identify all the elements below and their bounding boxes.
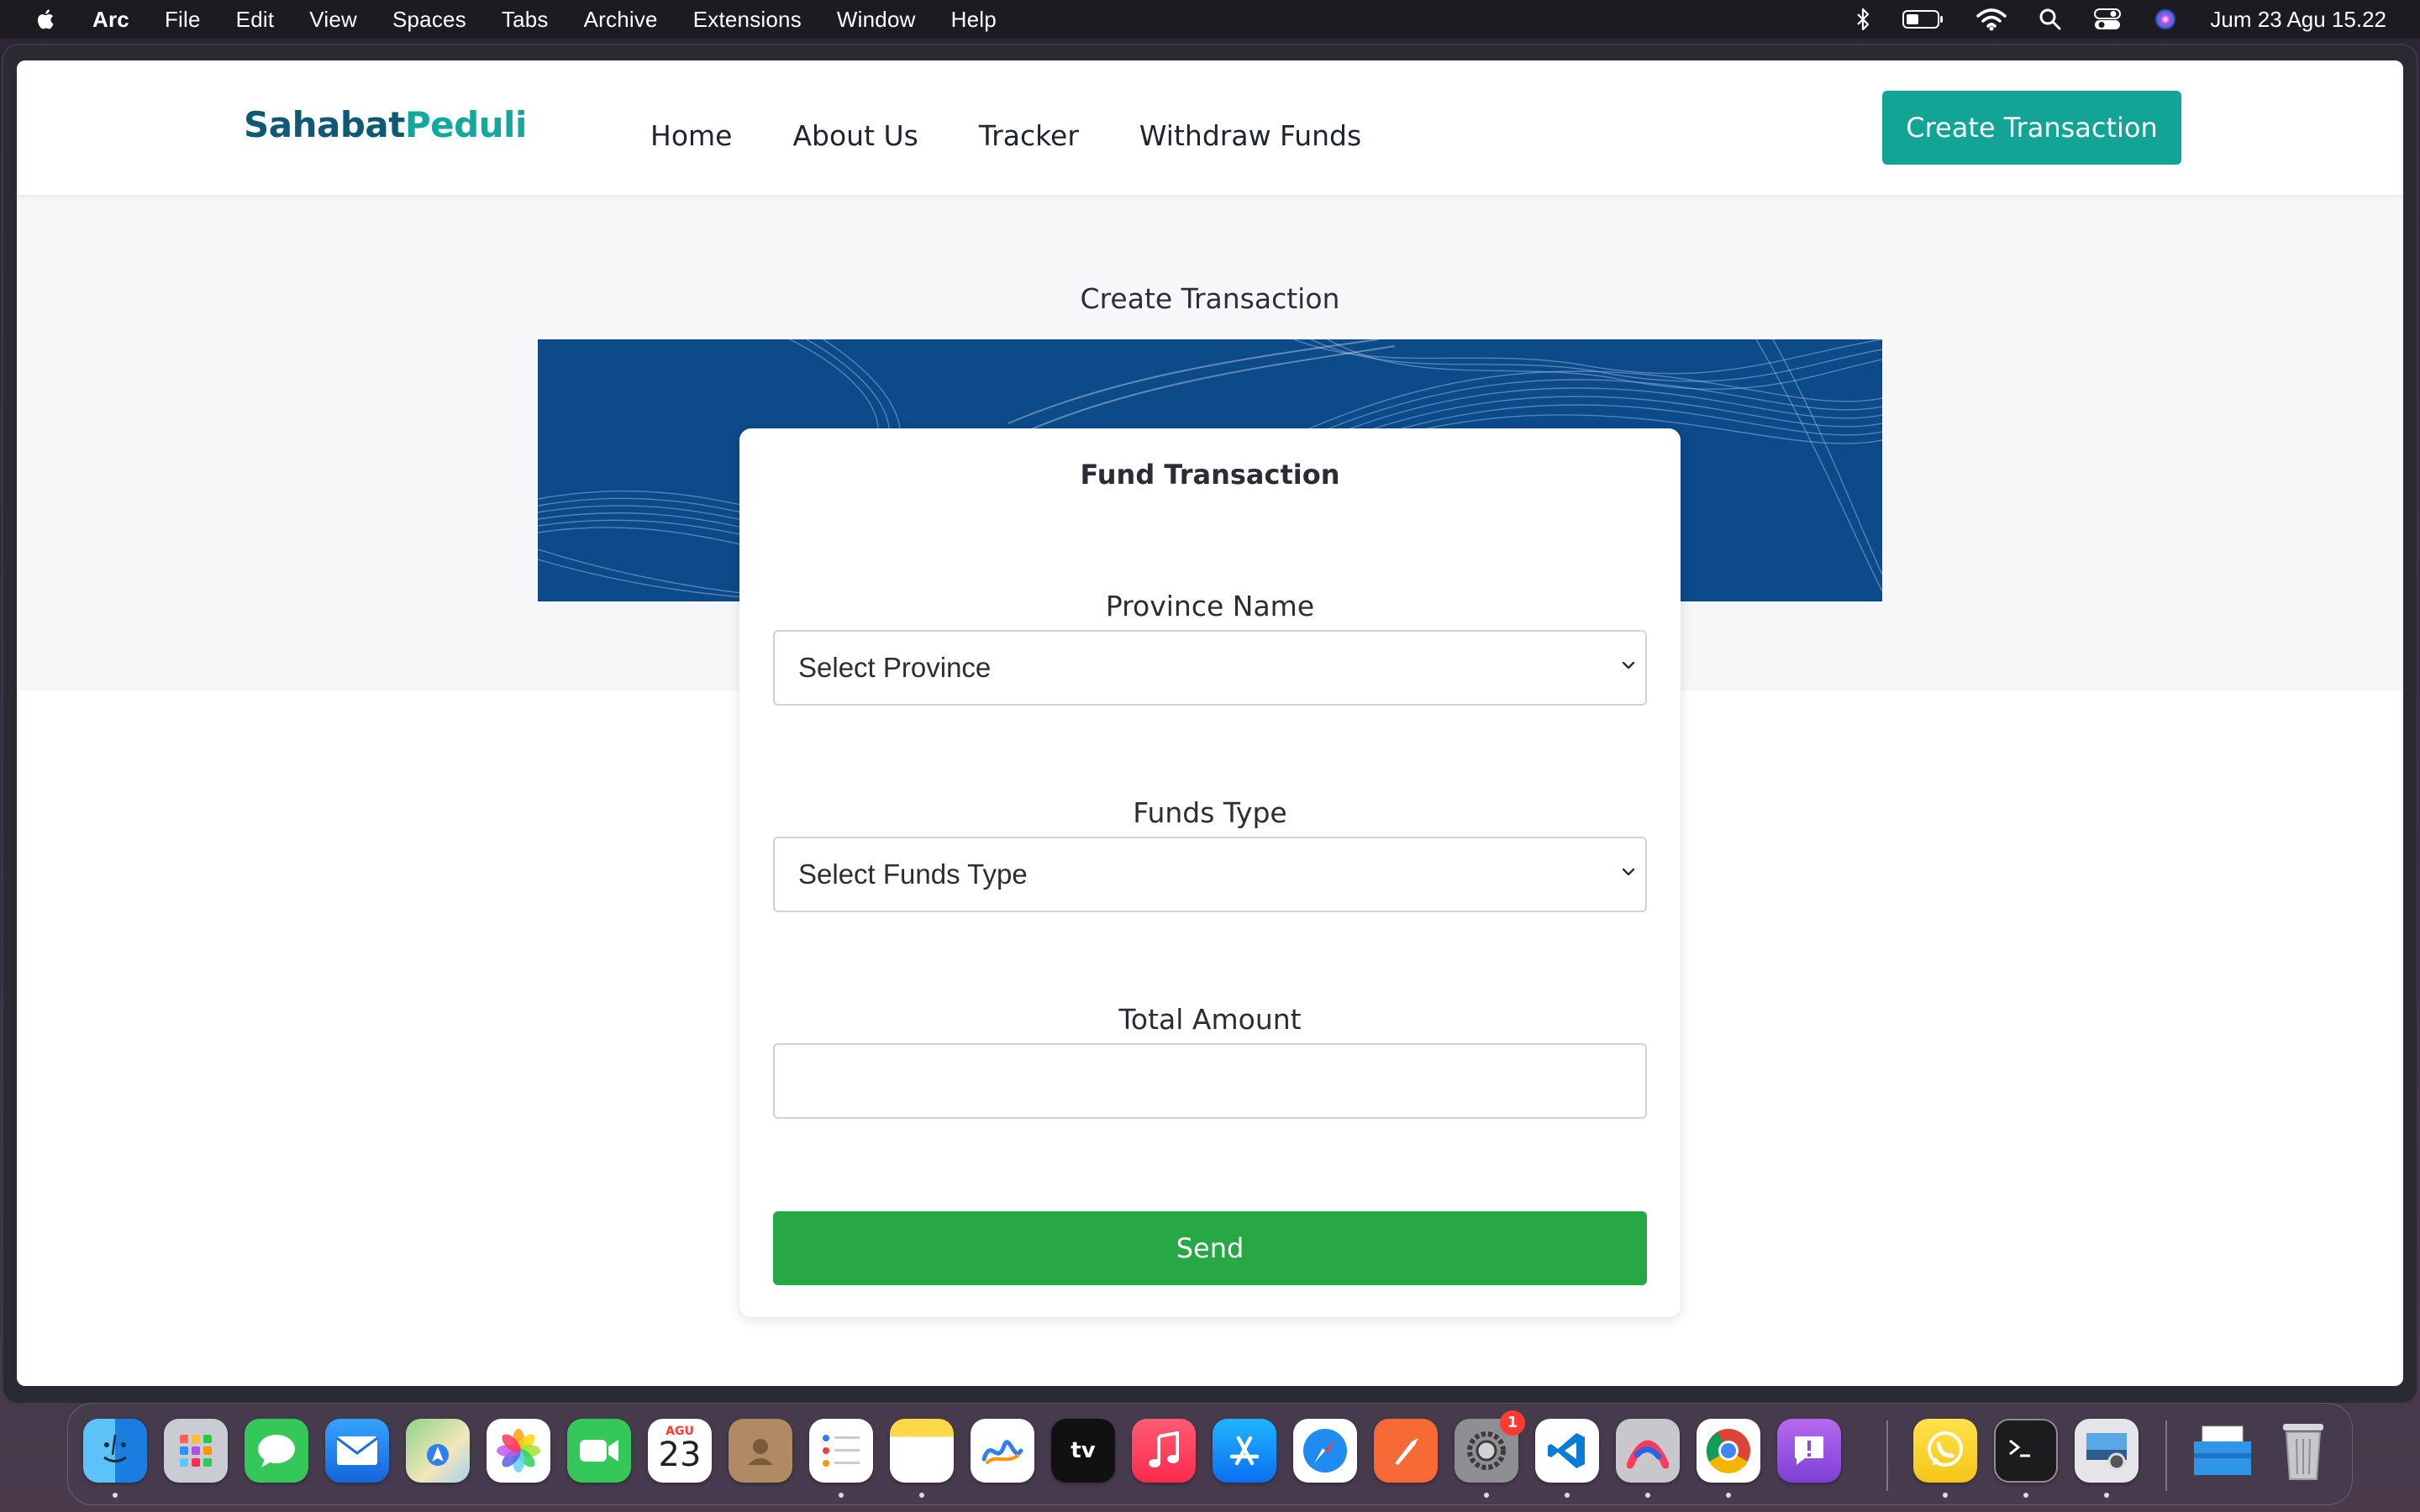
safari-icon[interactable] xyxy=(1293,1419,1357,1483)
chevron-down-icon xyxy=(1622,661,1635,669)
arc-icon[interactable] xyxy=(1616,1419,1680,1483)
running-indicator xyxy=(1645,1493,1650,1498)
trash-icon[interactable] xyxy=(2271,1419,2335,1483)
wifi-icon[interactable] xyxy=(1976,8,2007,31)
chevron-down-icon xyxy=(1622,868,1635,876)
running-indicator xyxy=(1565,1493,1570,1498)
province-label: Province Name xyxy=(1105,590,1315,622)
browser-window: SahabatPeduli Home About Us Tracker With… xyxy=(3,45,2417,1403)
preview-icon[interactable] xyxy=(2075,1419,2139,1483)
menu-file[interactable]: File xyxy=(165,7,201,33)
running-indicator xyxy=(919,1493,924,1498)
messages-icon[interactable] xyxy=(245,1419,308,1483)
freeform-icon[interactable] xyxy=(971,1419,1034,1483)
nav-tracker[interactable]: Tracker xyxy=(979,119,1079,152)
nav-home[interactable]: Home xyxy=(650,119,732,152)
terminal-icon[interactable] xyxy=(1994,1419,2058,1483)
menu-window[interactable]: Window xyxy=(837,7,916,33)
postman-icon[interactable] xyxy=(1374,1419,1438,1483)
province-select-value: Select Province xyxy=(798,652,992,683)
menu-bar: Arc File Edit View Spaces Tabs Archive E… xyxy=(0,0,2420,39)
notification-badge: 1 xyxy=(1500,1410,1525,1436)
bluetooth-icon[interactable] xyxy=(1855,8,1870,31)
site-logo[interactable]: SahabatPeduli xyxy=(244,104,527,145)
menu-clock[interactable]: Jum 23 Agu 15.22 xyxy=(2210,7,2386,33)
funds-type-select[interactable]: Select Funds Type xyxy=(773,837,1647,912)
folder-icon[interactable] xyxy=(2191,1419,2254,1483)
search-icon[interactable] xyxy=(2039,8,2062,31)
running-indicator xyxy=(1726,1493,1731,1498)
status-area: Jum 23 Agu 15.22 xyxy=(1855,0,2386,39)
mail-icon[interactable] xyxy=(325,1419,389,1483)
calendar-day: 23 xyxy=(658,1436,702,1474)
notes-icon[interactable] xyxy=(890,1419,954,1483)
menu-extensions[interactable]: Extensions xyxy=(693,7,802,33)
feedback-icon[interactable] xyxy=(1777,1419,1841,1483)
create-transaction-button[interactable]: Create Transaction xyxy=(1882,91,2181,165)
total-amount-label: Total Amount xyxy=(1118,1003,1302,1036)
reminders-icon[interactable] xyxy=(809,1419,873,1483)
facetime-icon[interactable] xyxy=(567,1419,631,1483)
send-button[interactable]: Send xyxy=(773,1211,1647,1285)
battery-icon[interactable] xyxy=(1902,8,1944,30)
dock-separator xyxy=(2165,1420,2167,1491)
logo-part-2: Peduli xyxy=(404,104,528,145)
menu-edit[interactable]: Edit xyxy=(236,7,275,33)
running-indicator xyxy=(839,1493,844,1498)
menu-app-name[interactable]: Arc xyxy=(92,7,129,33)
whatsapp-icon[interactable] xyxy=(1913,1419,1977,1483)
page-title: Create Transaction xyxy=(1080,282,1340,315)
launchpad-icon[interactable] xyxy=(164,1419,228,1483)
music-icon[interactable] xyxy=(1132,1419,1196,1483)
system-settings-icon[interactable]: 1 xyxy=(1455,1410,1525,1483)
contacts-icon[interactable] xyxy=(729,1419,792,1483)
finder-icon[interactable] xyxy=(83,1419,147,1483)
app-store-icon[interactable] xyxy=(1213,1419,1276,1483)
menu-tabs[interactable]: Tabs xyxy=(502,7,549,33)
tv-label: tv xyxy=(1071,1438,1096,1463)
menu-archive[interactable]: Archive xyxy=(584,7,658,33)
running-indicator xyxy=(113,1493,118,1498)
vscode-icon[interactable] xyxy=(1535,1419,1599,1483)
province-select[interactable]: Select Province xyxy=(773,630,1647,706)
running-indicator xyxy=(2023,1493,2028,1498)
funds-type-select-value: Select Funds Type xyxy=(798,858,1028,890)
logo-part-1: Sahabat xyxy=(244,104,405,145)
funds-type-label: Funds Type xyxy=(1133,796,1287,829)
apple-logo-icon[interactable] xyxy=(34,7,59,32)
web-viewport: SahabatPeduli Home About Us Tracker With… xyxy=(17,60,2403,1386)
calendar-icon[interactable]: AGU 23 xyxy=(648,1419,712,1483)
running-indicator xyxy=(1484,1493,1489,1498)
maps-icon[interactable] xyxy=(406,1419,470,1483)
photos-icon[interactable] xyxy=(487,1419,550,1483)
fund-transaction-card: Fund Transaction Province Name Select Pr… xyxy=(739,428,1681,1317)
menu-help[interactable]: Help xyxy=(951,7,997,33)
menu-view[interactable]: View xyxy=(309,7,357,33)
chrome-icon[interactable] xyxy=(1697,1419,1760,1483)
apple-tv-icon[interactable]: tv xyxy=(1051,1419,1115,1483)
site-navbar: SahabatPeduli Home About Us Tracker With… xyxy=(17,60,2403,195)
card-title: Fund Transaction xyxy=(1080,459,1340,491)
dock: AGU 23 tv 1 xyxy=(67,1403,2353,1505)
nav-about-us[interactable]: About Us xyxy=(792,119,918,152)
running-indicator xyxy=(2104,1493,2109,1498)
control-center-icon[interactable] xyxy=(2094,8,2122,31)
siri-icon[interactable] xyxy=(2153,7,2178,32)
running-indicator xyxy=(1943,1493,1948,1498)
nav-withdraw-funds[interactable]: Withdraw Funds xyxy=(1139,119,1361,152)
nav-links: Home About Us Tracker Withdraw Funds xyxy=(650,119,1361,152)
menu-spaces[interactable]: Spaces xyxy=(392,7,466,33)
dock-separator xyxy=(1886,1420,1888,1491)
total-amount-input[interactable] xyxy=(773,1043,1647,1119)
